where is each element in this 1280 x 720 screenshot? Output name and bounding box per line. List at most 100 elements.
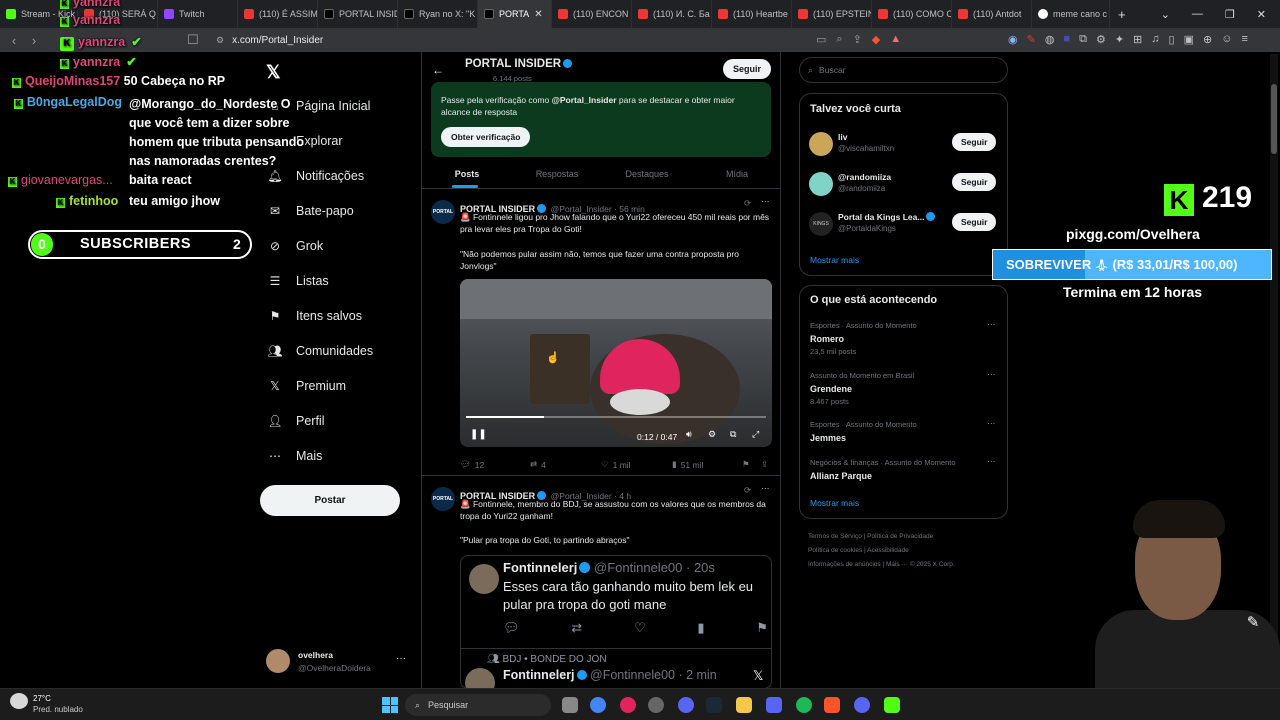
- grok-icon[interactable]: ⟳: [744, 485, 751, 496]
- account-switcher[interactable]: ovelhera @OvelheraDoidera ···: [266, 647, 406, 677]
- nav-premium[interactable]: 𝕏 Premium: [268, 379, 346, 393]
- follow-button[interactable]: Seguir: [952, 173, 997, 191]
- nav-profile[interactable]: 👤︎ Perfil: [267, 414, 324, 428]
- vpn-icon[interactable]: ⊕: [1203, 33, 1212, 46]
- browser-tab[interactable]: (110) И. С. Ба: [632, 0, 712, 28]
- chrome-icon[interactable]: [590, 697, 606, 713]
- brave-rewards-icon[interactable]: ▲: [890, 33, 901, 46]
- post-button[interactable]: Postar: [260, 485, 400, 516]
- extension-icon[interactable]: ⚙: [1096, 33, 1106, 46]
- suggested-user[interactable]: KINGS Portal da Kings Lea... @PortaldaKi…: [800, 208, 1007, 248]
- bookmark-star-icon[interactable]: ☐: [183, 32, 203, 48]
- bookmark-icon[interactable]: ⚑: [742, 459, 750, 470]
- browser-tab-active[interactable]: PORTA ✕: [478, 0, 552, 28]
- nav-grok[interactable]: ⊘ Grok: [268, 239, 323, 253]
- close-window-icon[interactable]: ✕: [1257, 8, 1266, 21]
- app-icon[interactable]: [766, 697, 782, 713]
- weather-icon[interactable]: [10, 693, 28, 709]
- tweet[interactable]: PORTAL PORTAL INSIDER @Portal_Insider · …: [422, 190, 780, 476]
- profile-icon[interactable]: ☺: [1221, 33, 1232, 46]
- maximize-icon[interactable]: ❐: [1225, 8, 1235, 21]
- tab-replies[interactable]: Respostas: [512, 160, 602, 188]
- tab-highlights[interactable]: Destaques: [602, 160, 692, 188]
- browser-tab[interactable]: PORTAL INSIDE: [318, 0, 398, 28]
- cast-icon[interactable]: ▭: [816, 33, 826, 46]
- nav-notifications[interactable]: 🔔︎ Notificações: [267, 169, 364, 183]
- suggested-user[interactable]: liv @viscahamiltxn Seguir: [800, 128, 1007, 168]
- nav-more[interactable]: ⋯ Mais: [268, 449, 322, 463]
- windows-start-icon[interactable]: [382, 697, 398, 713]
- browser-tab[interactable]: Ryan no X: "K: [398, 0, 478, 28]
- minimize-icon[interactable]: —: [1192, 8, 1203, 20]
- app-icon[interactable]: [678, 697, 694, 713]
- trend-item[interactable]: Esportes · Assunto do Momento Jemmes ···: [800, 418, 1007, 460]
- video-progress-track[interactable]: [466, 416, 766, 418]
- app-icon[interactable]: [648, 697, 664, 713]
- new-tab-button[interactable]: +: [1110, 7, 1134, 22]
- trend-item[interactable]: Negócios & finanças · Assunto do Momento…: [800, 456, 1007, 498]
- spotify-icon[interactable]: [796, 697, 812, 713]
- back-arrow-icon[interactable]: ←: [432, 63, 444, 77]
- follow-button[interactable]: Seguir: [952, 213, 997, 231]
- browser-tab[interactable]: Twitch: [158, 0, 238, 28]
- browser-tab[interactable]: (110) Heartbe: [712, 0, 792, 28]
- volume-icon[interactable]: 🔊︎: [686, 429, 692, 440]
- search-input[interactable]: ⌕ Buscar: [799, 57, 1008, 83]
- puzzle-icon[interactable]: ✦: [1115, 33, 1124, 46]
- browser-tab[interactable]: (110) COMO C: [872, 0, 952, 28]
- tab-posts[interactable]: Posts: [422, 160, 512, 188]
- get-verified-button[interactable]: Obter verificação: [441, 127, 531, 147]
- browser-tab[interactable]: (110) É ASSIM: [238, 0, 318, 28]
- extension-icon[interactable]: ⧉: [1079, 33, 1087, 46]
- browser-tab[interactable]: (110) ENCON: [552, 0, 632, 28]
- menu-icon[interactable]: ≡: [1241, 33, 1247, 46]
- music-icon[interactable]: ♫: [1151, 33, 1159, 46]
- nav-bookmarks[interactable]: ⚑ Itens salvos: [268, 309, 362, 323]
- reply-button[interactable]: 💬︎ 12: [460, 459, 484, 470]
- extension-icon[interactable]: ⊞: [1133, 33, 1142, 46]
- brave-icon[interactable]: [824, 697, 840, 713]
- more-icon[interactable]: ···: [761, 196, 770, 206]
- steam-icon[interactable]: [706, 697, 722, 713]
- footer-link[interactable]: Mais ···: [886, 561, 908, 568]
- pause-icon[interactable]: ❚❚: [470, 429, 487, 440]
- footer-link[interactable]: Política de cookies: [808, 547, 862, 554]
- tab-media[interactable]: Mídia: [692, 160, 780, 188]
- site-info-icon[interactable]: ⚙: [216, 35, 224, 46]
- footer-link[interactable]: Termos de Serviço: [808, 533, 862, 540]
- taskbar-search[interactable]: ⌕ Pesquisar: [405, 694, 551, 716]
- sidebar-icon[interactable]: ▯: [1169, 33, 1175, 46]
- extension-icon[interactable]: ◉: [1008, 33, 1018, 46]
- footer-link[interactable]: Informações de anúncios: [808, 561, 881, 568]
- follow-button[interactable]: Seguir: [723, 59, 772, 79]
- task-view-icon[interactable]: [562, 697, 578, 713]
- kick-icon[interactable]: [884, 697, 900, 713]
- share-icon[interactable]: ⇪: [761, 459, 768, 470]
- fullscreen-icon[interactable]: ⤢: [752, 429, 759, 440]
- forward-icon[interactable]: ›: [24, 33, 44, 48]
- video-player[interactable]: ☝ ❚❚ 0:12 / 0:47 🔊︎ ⚙ ⧉ ⤢: [460, 279, 772, 447]
- nav-communities[interactable]: 👥︎ Comunidades: [267, 344, 373, 358]
- more-icon[interactable]: ···: [761, 483, 770, 493]
- extension-icon[interactable]: ◍: [1045, 33, 1055, 46]
- grok-icon[interactable]: ⟳: [744, 198, 751, 209]
- nav-lists[interactable]: ☰ Listas: [268, 274, 329, 288]
- like-button[interactable]: ♡ 1 mil: [601, 459, 631, 470]
- more-icon[interactable]: ···: [987, 456, 996, 466]
- views-button[interactable]: ▮ 51 mil: [672, 459, 703, 470]
- zoom-icon[interactable]: ⌕: [836, 33, 842, 46]
- wallet-icon[interactable]: ▣: [1184, 33, 1194, 46]
- follow-button[interactable]: Seguir: [952, 133, 997, 151]
- tweet[interactable]: PORTAL PORTAL INSIDER @Portal_Insider · …: [422, 477, 780, 688]
- browser-tab[interactable]: meme cano c: [1032, 0, 1110, 28]
- more-icon[interactable]: ···: [987, 369, 996, 379]
- brave-shield-icon[interactable]: ◆: [872, 33, 880, 46]
- trend-item[interactable]: Assunto do Momento em Brasil Grendene 8.…: [800, 369, 1007, 416]
- browser-tab[interactable]: (110) EPSTEIN: [792, 0, 872, 28]
- embedded-tweet-image[interactable]: Fontinnelerj @Fontinnele00 · 20s Esses c…: [460, 555, 772, 688]
- close-icon[interactable]: ✕: [534, 9, 542, 20]
- repost-button[interactable]: ⇄ 4: [530, 459, 546, 470]
- settings-icon[interactable]: ⚙: [708, 429, 716, 440]
- show-more-link[interactable]: Mostrar mais: [810, 498, 859, 508]
- back-icon[interactable]: ‹: [4, 33, 24, 48]
